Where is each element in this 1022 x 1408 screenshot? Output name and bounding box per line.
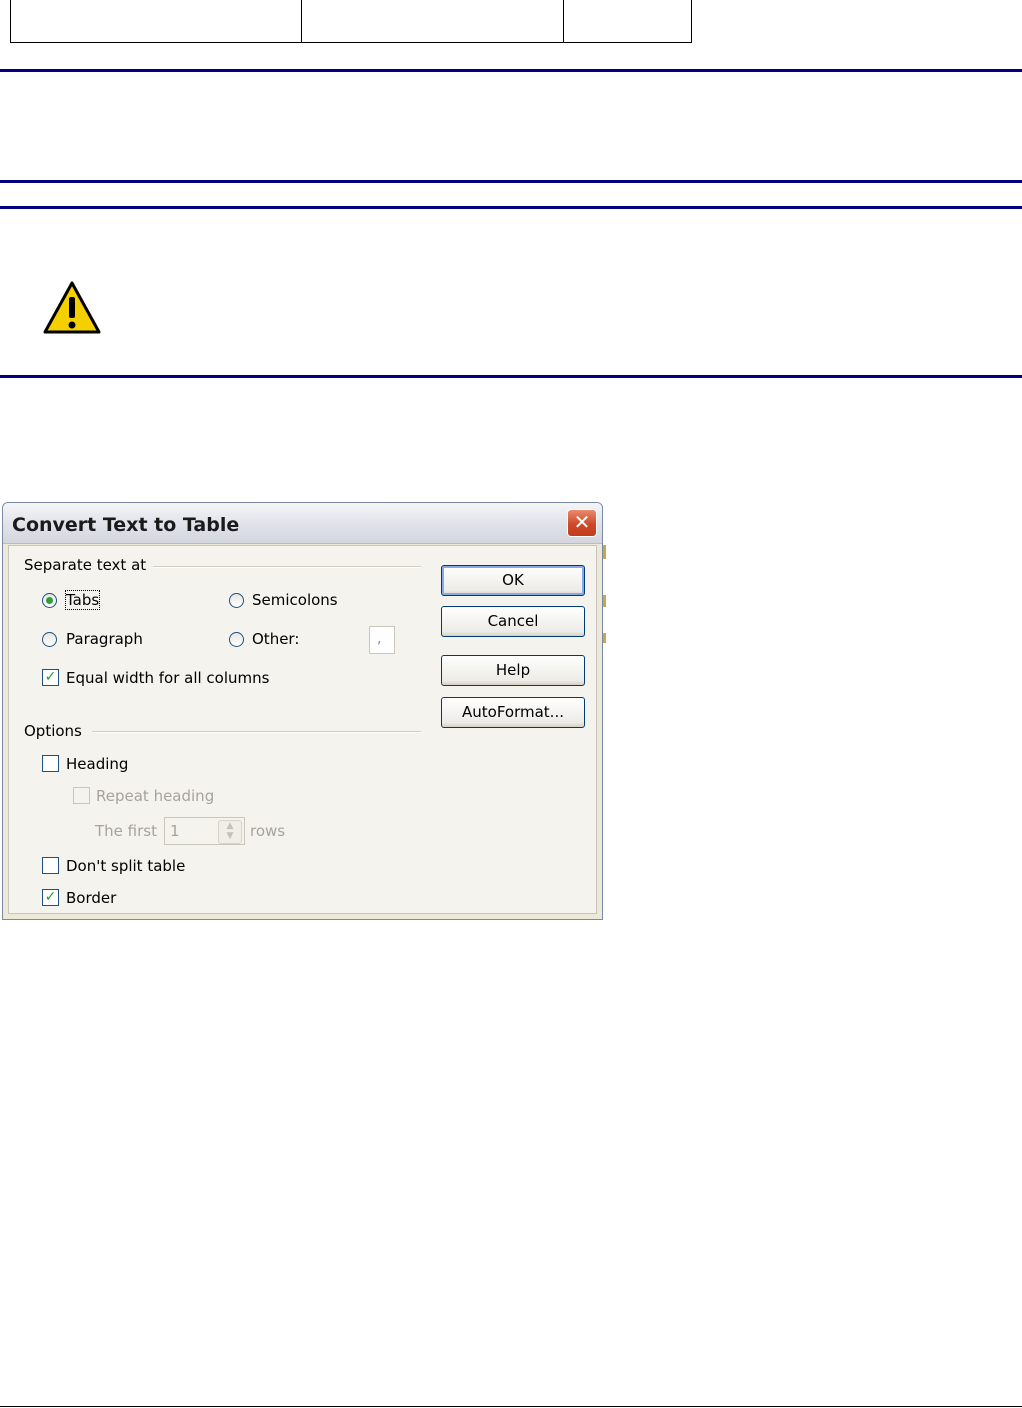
rows-spinbox[interactable]: 1 ▲ ▼ <box>164 817 245 845</box>
horizontal-rule <box>0 69 1022 72</box>
equal-width-label[interactable]: Equal width for all columns <box>66 669 269 687</box>
cancel-button[interactable]: Cancel <box>441 606 585 637</box>
radio-selected-dot <box>46 597 53 604</box>
convert-text-to-table-dialog: Convert Text to Table ✕ Separate text at… <box>2 502 603 920</box>
rows-label: rows <box>250 822 286 840</box>
radio-other[interactable] <box>229 632 244 647</box>
close-icon: ✕ <box>573 510 591 534</box>
group-separator <box>153 566 421 568</box>
equal-width-checkbox[interactable]: ✓ <box>42 669 59 686</box>
autoformat-button[interactable]: AutoFormat... <box>441 697 585 728</box>
dont-split-table-label[interactable]: Don't split table <box>66 857 185 875</box>
border-checkbox[interactable]: ✓ <box>42 889 59 906</box>
border-label[interactable]: Border <box>66 889 116 907</box>
table-cell <box>10 0 302 43</box>
radio-paragraph[interactable] <box>42 632 57 647</box>
horizontal-rule <box>0 180 1022 183</box>
ok-button[interactable]: OK <box>441 565 585 596</box>
dialog-titlebar[interactable]: Convert Text to Table ✕ <box>3 503 602 544</box>
radio-semicolons-label[interactable]: Semicolons <box>252 591 338 609</box>
repeat-heading-label[interactable]: Repeat heading <box>96 787 214 805</box>
radio-tabs-label[interactable]: Tabs <box>64 590 101 610</box>
rows-value: 1 <box>170 822 180 840</box>
table-cell <box>301 0 564 43</box>
options-group-label: Options <box>24 722 82 740</box>
radio-other-label[interactable]: Other: <box>252 630 299 648</box>
separate-text-group-label: Separate text at <box>24 556 147 574</box>
warning-triangle-icon <box>43 281 101 334</box>
radio-tabs[interactable] <box>42 593 57 608</box>
other-separator-input[interactable]: , <box>369 626 395 654</box>
spin-arrows-icon[interactable]: ▲ ▼ <box>218 820 242 844</box>
horizontal-rule <box>0 206 1022 209</box>
repeat-heading-checkbox[interactable] <box>73 787 90 804</box>
group-separator <box>92 731 421 733</box>
radio-semicolons[interactable] <box>229 593 244 608</box>
radio-paragraph-label[interactable]: Paragraph <box>66 630 143 648</box>
heading-checkbox[interactable] <box>42 755 59 772</box>
close-button[interactable]: ✕ <box>567 509 597 537</box>
page-footer-rule <box>0 1406 1022 1407</box>
check-icon: ✓ <box>44 889 57 905</box>
horizontal-rule <box>0 375 1022 378</box>
check-icon: ✓ <box>44 669 57 685</box>
dialog-body: Separate text at Tabs Semicolons Paragra… <box>8 545 597 914</box>
heading-label[interactable]: Heading <box>66 755 128 773</box>
dialog-title: Convert Text to Table <box>12 514 240 536</box>
help-button[interactable]: Help <box>441 655 585 686</box>
document-table-fragment <box>10 0 692 43</box>
the-first-label: The first <box>95 822 157 840</box>
table-cell <box>563 0 692 43</box>
dont-split-table-checkbox[interactable] <box>42 857 59 874</box>
